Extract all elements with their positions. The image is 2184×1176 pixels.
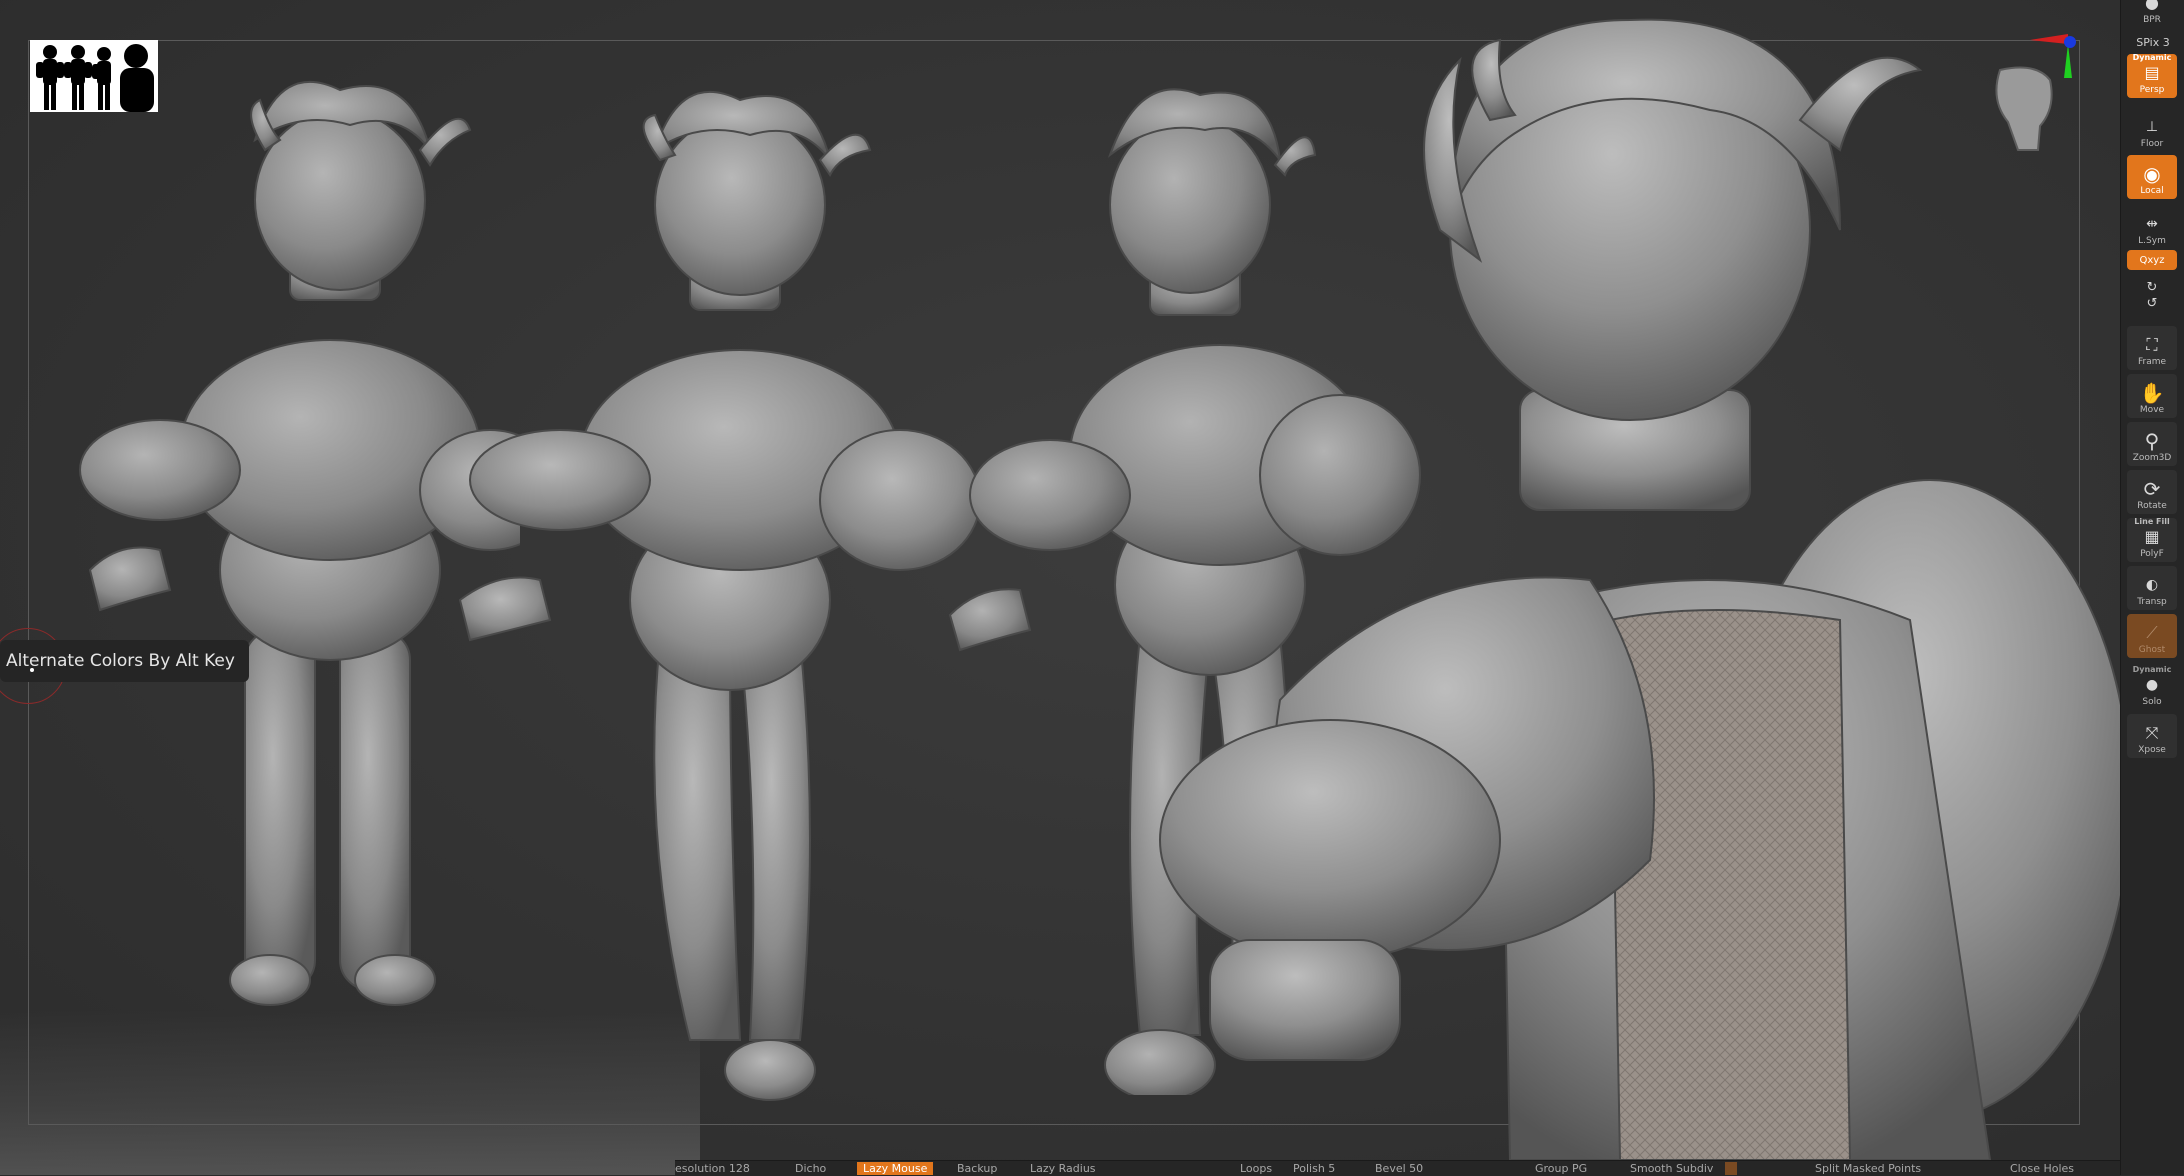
- floor-label: Floor: [2140, 139, 2164, 149]
- brush-cursor-dot: [30, 668, 34, 672]
- transparency-icon: ◐: [2145, 577, 2159, 593]
- close-holes-button[interactable]: Close Holes: [2010, 1162, 2074, 1175]
- bevel-slider[interactable]: Bevel 50: [1375, 1162, 1423, 1175]
- local-pivot-icon: ◉: [2143, 162, 2161, 186]
- sculpt-figure-closeup[interactable]: [1150, 0, 2120, 1160]
- zoom3d-button[interactable]: ⚲ Zoom3D: [2127, 422, 2177, 466]
- canvas-viewport[interactable]: Alternate Colors By Alt Key: [0, 0, 2120, 1175]
- xpose-button[interactable]: ⤧ Xpose: [2127, 714, 2177, 758]
- polyf-button[interactable]: Line Fill ▦ PolyF: [2127, 517, 2177, 562]
- sculpt-figure-three-quarter[interactable]: [440, 80, 1000, 1110]
- zoom-icon: ⚲: [2144, 429, 2160, 453]
- hand-icon: ✋: [2139, 381, 2165, 405]
- bpr-label: BPR: [2143, 15, 2161, 25]
- solo-icon: ●: [2145, 677, 2159, 693]
- ghost-label: Ghost: [2138, 645, 2166, 655]
- floor-button[interactable]: ⊥ Floor: [2127, 108, 2177, 152]
- persp-button[interactable]: Dynamic ▤ Persp: [2127, 53, 2177, 98]
- z-axis-marker: [2064, 36, 2076, 48]
- y-axis-arrow: [2064, 44, 2072, 78]
- split-masked-button[interactable]: Split Masked Points: [1815, 1162, 1921, 1175]
- linefill-label: Line Fill: [2134, 517, 2170, 526]
- rotate-label: Rotate: [2137, 501, 2167, 511]
- rotation-axis-buttons[interactable]: ↻ ↺: [2127, 276, 2177, 316]
- frame-label: Frame: [2137, 357, 2167, 367]
- head-icon: [1995, 66, 2053, 151]
- transp-label: Transp: [2137, 597, 2167, 607]
- x-axis-arrow: [2030, 34, 2068, 44]
- local-label: Local: [2140, 186, 2164, 196]
- polyframe-grid-icon: ▦: [2144, 527, 2160, 546]
- lazy-radius-slider[interactable]: Lazy Radius: [1030, 1162, 1096, 1175]
- bpr-button[interactable]: ● BPR: [2127, 0, 2177, 28]
- ghost-icon: ⟋: [2146, 623, 2158, 642]
- loops-button[interactable]: Loops: [1240, 1162, 1272, 1175]
- tooltip: Alternate Colors By Alt Key: [0, 640, 249, 682]
- spix-setting[interactable]: SPix 3: [2121, 36, 2184, 49]
- bottom-tool-strip: esolution 128 Dicho Lazy Mouse Backup La…: [675, 1160, 2120, 1176]
- floor-icon: ⊥: [2145, 119, 2159, 135]
- backup-toggle[interactable]: Backup: [957, 1162, 997, 1175]
- orientation-gizmo[interactable]: [1960, 30, 2090, 170]
- lsym-button[interactable]: ⇹ L.Sym: [2127, 205, 2177, 249]
- ghost-button[interactable]: ⟋ Ghost: [2127, 614, 2177, 658]
- lazy-mouse-toggle[interactable]: Lazy Mouse: [857, 1162, 934, 1175]
- right-shelf: ● BPR SPix 3 Dynamic ▤ Persp ⊥ Floor ◉ L…: [2120, 0, 2184, 1175]
- status-active-item[interactable]: [1725, 1162, 1737, 1175]
- zoom3d-label: Zoom3D: [2132, 453, 2172, 463]
- rotate-button[interactable]: ⟳ Rotate: [2127, 470, 2177, 514]
- xpose-label: Xpose: [2138, 745, 2166, 755]
- rotate-axis-icon: ↻ ↺: [2146, 280, 2158, 311]
- xyz-button[interactable]: Qxyz: [2127, 250, 2177, 270]
- move-button[interactable]: ✋ Move: [2127, 374, 2177, 418]
- persp-label: Persp: [2139, 85, 2165, 95]
- group-toggle[interactable]: Group PG: [1535, 1162, 1587, 1175]
- frame-button[interactable]: ⛶ Frame: [2127, 326, 2177, 370]
- dicho-toggle[interactable]: Dicho: [795, 1162, 826, 1175]
- rotate-icon: ⟳: [2143, 477, 2161, 501]
- move-label: Move: [2139, 405, 2165, 415]
- resolution-slider[interactable]: esolution 128: [675, 1162, 750, 1175]
- solo-button[interactable]: Dynamic ● Solo: [2127, 660, 2177, 710]
- solo-dynamic-label: Dynamic: [2132, 665, 2172, 674]
- polyf-label: PolyF: [2140, 549, 2164, 559]
- sphere-icon: ●: [2145, 0, 2159, 12]
- frame-icon: ⛶: [2146, 335, 2158, 354]
- transp-button[interactable]: ◐ Transp: [2127, 566, 2177, 610]
- lsym-label: L.Sym: [2138, 236, 2166, 246]
- symmetry-icon: ⇹: [2146, 216, 2158, 232]
- tooltip-text: Alternate Colors By Alt Key: [6, 651, 235, 671]
- smooth-subdiv-toggle[interactable]: Smooth Subdiv: [1630, 1162, 1713, 1175]
- local-button[interactable]: ◉ Local: [2127, 155, 2177, 199]
- solo-label: Solo: [2142, 697, 2162, 707]
- perspective-grid-icon: ▤: [2144, 63, 2160, 82]
- persp-dynamic-label: Dynamic: [2132, 53, 2172, 62]
- polish-slider[interactable]: Polish 5: [1293, 1162, 1335, 1175]
- xpose-icon: ⤧: [2145, 723, 2159, 742]
- xyz-label: Qxyz: [2139, 254, 2165, 266]
